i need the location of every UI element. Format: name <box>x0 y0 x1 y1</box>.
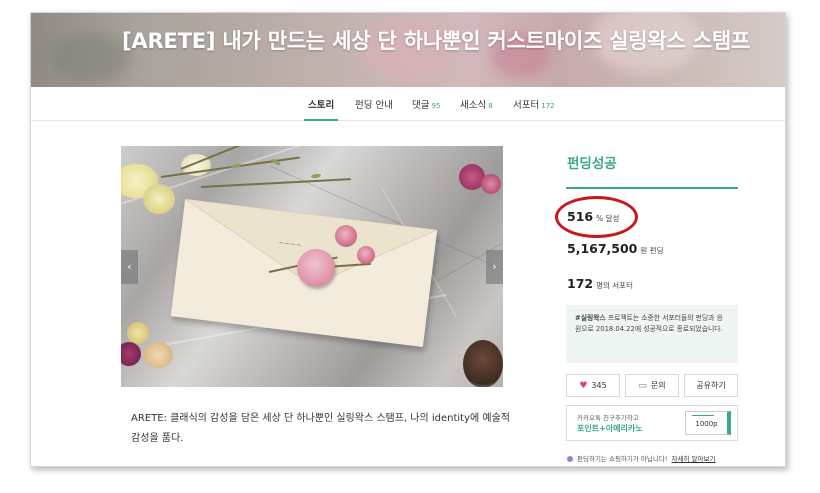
project-description: ARETE: 클래식의 감성을 담은 세상 단 하나뿐인 실링왁스 스탬프, 나… <box>131 413 511 444</box>
gallery-prev-button[interactable]: ‹ <box>121 250 138 284</box>
funding-footnote: 펀딩하기는 쇼핑하기가 아닙니다! 자세히 알아보기 <box>567 453 715 463</box>
kakao-friend-banner[interactable]: 카카오톡 친구추가하고 포인트+아메리카노 1000p <box>566 405 738 441</box>
tab-comments[interactable]: 댓글 95 <box>412 97 440 111</box>
tab-bar: 스토리 펀딩 안내 댓글 95 새소식 8 서포터 172 <box>31 87 785 121</box>
project-title: [ARETE] 내가 만드는 세상 단 하나뿐인 커스트마이즈 실링왁스 스탬프 <box>122 29 751 53</box>
kakao-line-1: 카카오톡 친구추가하고 <box>577 414 639 422</box>
completion-notice: #실링왁스 프로젝트는 소중한 서포터들의 펀딩과 응원으로 2018.04.2… <box>566 305 738 363</box>
info-dot-icon <box>567 456 573 462</box>
hero-banner: [ARETE] 내가 만드는 세상 단 하나뿐인 커스트마이즈 실링왁스 스탬프 <box>31 13 785 87</box>
coupon-decoration <box>692 415 714 416</box>
chat-icon: ▭ <box>638 380 647 391</box>
highlight-circle <box>555 196 638 238</box>
learn-more-link[interactable]: 자세히 알아보기 <box>672 455 716 463</box>
funding-status: 펀딩성공 <box>567 156 617 172</box>
product-photo: ~~~~ ‹ › <box>121 146 503 387</box>
funding-amount: 5,167,500 원 펀딩 <box>567 241 664 256</box>
tab-news[interactable]: 새소식 8 <box>460 97 493 111</box>
inquiry-button[interactable]: ▭ 문의 <box>625 374 679 397</box>
chevron-left-icon: ‹ <box>127 260 132 273</box>
like-button[interactable]: ♥ 345 <box>566 374 620 397</box>
chevron-right-icon: › <box>492 260 497 273</box>
share-button[interactable]: 공유하기 <box>684 374 738 397</box>
wax-seal <box>297 249 335 287</box>
notice-tag: #실링왁스 <box>575 314 606 322</box>
kakao-line-2: 포인트+아메리카노 <box>577 424 643 433</box>
tab-story[interactable]: 스토리 <box>303 97 339 121</box>
heart-icon: ♥ <box>579 380 588 391</box>
tab-funding-info[interactable]: 펀딩 안내 <box>355 97 393 111</box>
supporter-count: 172 명의 서포터 <box>567 276 633 291</box>
tab-supporters[interactable]: 서포터 172 <box>513 97 555 111</box>
gallery-next-button[interactable]: › <box>486 250 503 284</box>
page-frame: [ARETE] 내가 만드는 세상 단 하나뿐인 커스트마이즈 실링왁스 스탬프… <box>30 12 786 467</box>
status-divider <box>566 187 738 189</box>
